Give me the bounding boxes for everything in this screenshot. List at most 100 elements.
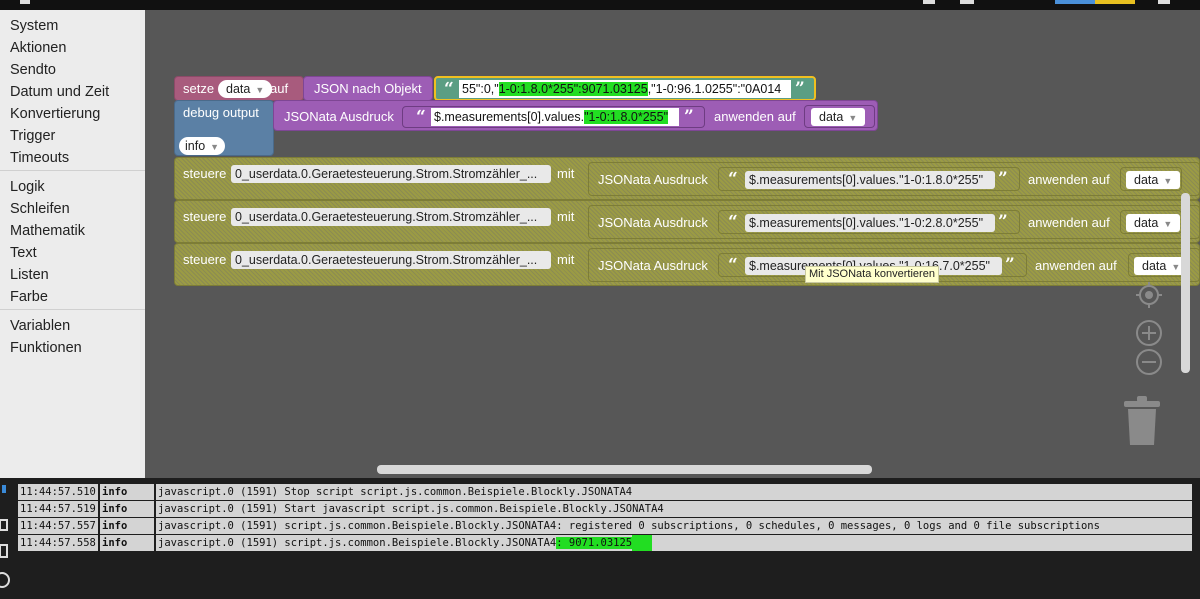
log-row: 11:44:57.557 info javascript.0 (1591) sc…	[18, 518, 1192, 534]
toolbar-icon[interactable]	[960, 0, 974, 4]
quote-close-icon: ”	[1005, 255, 1015, 275]
log-level: info	[100, 535, 154, 551]
log-level: info	[100, 501, 154, 517]
category-aktionen[interactable]: Aktionen	[10, 39, 66, 57]
category-sendto[interactable]: Sendto	[10, 61, 56, 79]
expression-field[interactable]: $.measurements[0].values."1-0:2.8.0*255"	[745, 214, 995, 232]
toolbar-button[interactable]	[1095, 0, 1135, 4]
category-schleifen[interactable]: Schleifen	[10, 200, 70, 218]
category-system[interactable]: System	[10, 17, 58, 35]
mit-label: mit	[557, 252, 575, 267]
log-message: javascript.0 (1591) script.js.common.Bei…	[156, 535, 1192, 551]
data-variable-dropdown[interactable]: data ▼	[1126, 214, 1181, 232]
category-funktionen[interactable]: Funktionen	[10, 339, 82, 357]
quote-open-icon: “	[728, 212, 738, 232]
state-id-field[interactable]: 0_userdata.0.Geraetesteuerung.Strom.Stro…	[231, 208, 551, 226]
toolbar-icon[interactable]	[1158, 0, 1170, 4]
data-variable-name: data	[819, 110, 844, 124]
steuere-label: steuere	[183, 209, 227, 224]
log-time: 11:44:57.557	[18, 518, 98, 534]
chevron-down-icon: ▼	[1163, 176, 1173, 186]
toolbox-separator	[0, 170, 145, 171]
category-timeouts[interactable]: Timeouts	[10, 149, 69, 167]
category-listen[interactable]: Listen	[10, 266, 49, 284]
log-level-dropdown[interactable]: info ▼	[179, 137, 226, 155]
chevron-down-icon: ▼	[848, 113, 858, 123]
json-parse-label: JSON nach Objekt	[314, 81, 422, 96]
toolbox-separator	[0, 309, 145, 310]
expression-highlight: "1-0:1.8.0*255"	[584, 110, 669, 124]
expression-field[interactable]: $.measurements[0].values."1-0:1.8.0*255"	[745, 171, 995, 189]
jsonata-label: JSONata Ausdruck	[598, 215, 708, 230]
data-variable-dropdown[interactable]: data ▼	[811, 108, 866, 126]
toolbar-button[interactable]	[1055, 0, 1095, 4]
log-row: 11:44:57.510 info javascript.0 (1591) St…	[18, 484, 1192, 500]
mit-label: mit	[557, 209, 575, 224]
log-time: 11:44:57.519	[18, 501, 98, 517]
expression-field[interactable]: $.measurements[0].values."1-0:1.8.0*255"	[431, 108, 679, 126]
pause-icon[interactable]	[0, 572, 10, 588]
category-datum-und-zeit[interactable]: Datum und Zeit	[10, 83, 109, 101]
vertical-scrollbar[interactable]	[1181, 193, 1190, 373]
trash-icon[interactable]	[1122, 395, 1162, 447]
top-bar	[0, 0, 1200, 10]
state-id-field[interactable]: 0_userdata.0.Geraetesteuerung.Strom.Stro…	[231, 251, 551, 269]
category-konvertierung[interactable]: Konvertierung	[10, 105, 100, 123]
category-logik[interactable]: Logik	[10, 178, 45, 196]
category-variablen[interactable]: Variablen	[10, 317, 70, 335]
quote-open-icon: “	[728, 169, 738, 189]
category-mathematik[interactable]: Mathematik	[10, 222, 85, 240]
chevron-down-icon: ▼	[1171, 262, 1181, 272]
quote-open-icon: “	[444, 79, 454, 99]
auf-label: auf	[270, 81, 289, 96]
log-time: 11:44:57.558	[18, 535, 98, 551]
json-text-post: ,"1-0:96.1.0255":"0A014	[647, 82, 782, 96]
quote-open-icon: “	[728, 255, 738, 275]
apply-label: anwenden auf	[1035, 258, 1117, 273]
horizontal-scrollbar[interactable]	[377, 465, 872, 474]
data-variable-dropdown[interactable]: data ▼	[1126, 171, 1181, 189]
steuere-label: steuere	[183, 252, 227, 267]
category-trigger[interactable]: Trigger	[10, 127, 55, 145]
apply-label: anwenden auf	[714, 109, 796, 124]
chevron-down-icon: ▼	[255, 85, 265, 95]
apply-label: anwenden auf	[1028, 172, 1110, 187]
variable-name: data	[226, 82, 251, 96]
quote-close-icon: ”	[684, 107, 694, 127]
zoom-in-icon[interactable]	[1134, 318, 1164, 348]
blockly-toolbox: System Aktionen Sendto Datum und Zeit Ko…	[0, 10, 145, 478]
quote-close-icon: ”	[998, 169, 1008, 189]
expression-pre: $.measurements[0].values.	[434, 110, 585, 124]
data-variable-name: data	[1134, 173, 1159, 187]
tooltip: Mit JSONata konvertieren	[805, 266, 939, 283]
log-message-highlight: : 9071.03125	[556, 537, 633, 549]
data-variable-name: data	[1142, 259, 1167, 273]
log-message-text: javascript.0 (1591) script.js.common.Bei…	[158, 537, 557, 549]
state-id-field[interactable]: 0_userdata.0.Geraetesteuerung.Strom.Stro…	[231, 165, 551, 183]
jsonata-label: JSONata Ausdruck	[284, 109, 394, 124]
log-level: info	[100, 484, 154, 500]
log-time: 11:44:57.510	[18, 484, 98, 500]
copy-icon[interactable]	[0, 544, 8, 558]
category-text[interactable]: Text	[10, 244, 37, 262]
steuere-label: steuere	[183, 166, 227, 181]
toolbar-icon[interactable]	[923, 0, 935, 4]
jsonata-label: JSONata Ausdruck	[598, 172, 708, 187]
zoom-out-icon[interactable]	[1134, 347, 1164, 377]
log-icon[interactable]	[0, 484, 10, 494]
chevron-down-icon: ▼	[1163, 219, 1173, 229]
debug-label: debug output	[183, 105, 259, 120]
clear-icon[interactable]	[0, 518, 8, 532]
data-variable-name: data	[1134, 216, 1159, 230]
menu-icon[interactable]	[20, 0, 30, 4]
variable-dropdown[interactable]: data ▼	[218, 80, 273, 98]
quote-close-icon: ”	[998, 212, 1008, 232]
log-level-value: info	[185, 139, 206, 153]
json-text-highlight: 1-0:1.8.0*255":9071.03125	[498, 82, 648, 96]
quote-open-icon: “	[416, 107, 426, 127]
log-row: 11:44:57.519 info javascript.0 (1591) St…	[18, 501, 1192, 517]
target-icon[interactable]	[1134, 280, 1164, 310]
json-text-field[interactable]: 55":0,"1-0:1.8.0*255":9071.03125,"1-0:96…	[459, 80, 791, 98]
category-farbe[interactable]: Farbe	[10, 288, 48, 306]
chevron-down-icon: ▼	[210, 142, 220, 152]
